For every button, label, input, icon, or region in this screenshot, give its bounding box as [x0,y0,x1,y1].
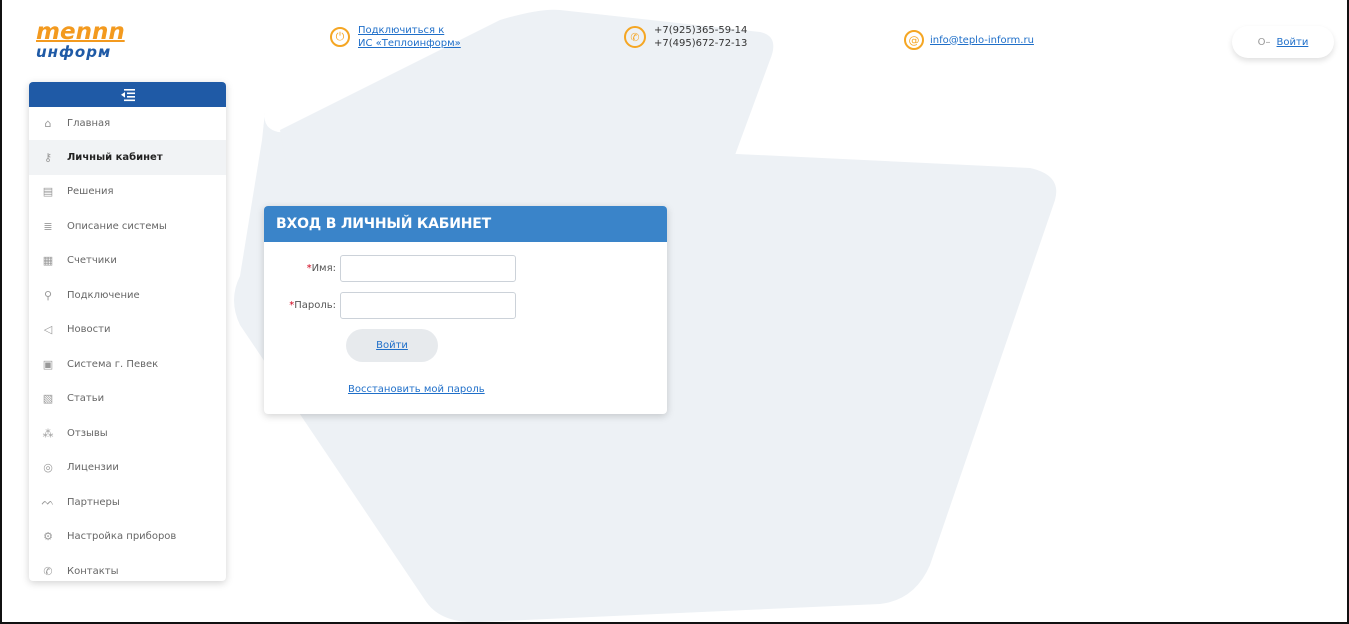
sidebar-menu: ⌂ Главная ⚷ Личный кабинет ▤ Решения ≣ Описание… [29,82,226,581]
license-icon: ◎ [43,461,53,475]
password-label-text: Пароль: [294,300,336,311]
name-input[interactable] [340,255,516,282]
password-label: *Пароль: [264,300,340,311]
sidebar-item[interactable]: ◁ Новости [29,313,226,348]
settings-icon: ⚙ [43,530,53,544]
sidebar-item[interactable]: ⁂ Отзывы [29,416,226,451]
logo-bottom-text: uнфoрм [36,43,112,61]
connect-link-line2: ИС «Теплоинформ» [358,38,461,49]
document-icon: ≣ [43,219,53,233]
articles-icon: ▧ [42,392,54,406]
sidebar-item-label: Система г. Певек [67,358,159,370]
sidebar-item[interactable]: ᨓ Партнеры [29,485,226,520]
meter-icon: ▦ [42,254,54,268]
recover-password-link[interactable]: Восстановить мой пароль [348,384,485,395]
site-logo[interactable]: mennn uнфoрм [36,19,125,66]
header-login-button[interactable]: O– Войти [1232,26,1334,58]
sidebar-collapse-toggle[interactable] [29,82,226,107]
sidebar-items: ⌂ Главная ⚷ Личный кабинет ▤ Решения ≣ Описание… [29,107,226,581]
name-label: *Имя: [264,263,340,274]
login-submit-button[interactable]: Войти [346,329,438,362]
name-label-text: Имя: [311,263,336,274]
home-icon: ⌂ [44,117,52,130]
calculator-icon: ▤ [42,185,54,199]
header-connect[interactable]: ⏻ Подключиться к ИС «Теплоинформ» [330,24,461,50]
sidebar-item[interactable]: ⚲ Подключение [29,278,226,313]
sidebar-item[interactable]: ✆ Контакты [29,554,226,581]
sidebar-item[interactable]: ≣ Описание системы [29,209,226,244]
sidebar-item-label: Лицензии [67,462,119,474]
sidebar-item-label: Настройка приборов [67,531,177,543]
user-key-icon: ⚷ [43,150,53,164]
email-icon: @ [904,30,924,50]
sidebar-item[interactable]: ▦ Счетчики [29,244,226,279]
connect-icon: ⏻ [330,27,350,47]
email-link[interactable]: info@teplo-inform.ru [930,34,1034,47]
partners-icon: ᨓ [41,495,55,509]
sidebar-item[interactable]: ⌂ Главная [29,107,226,140]
sidebar-item[interactable]: ▤ Решения [29,175,226,210]
name-row: *Имя: [264,255,516,282]
login-card-title: ВХОД В ЛИЧНЫЙ КАБИНЕТ [264,206,667,242]
system-icon: ▣ [42,357,54,371]
sidebar-item-label: Новости [67,324,111,336]
sidebar-item-label: Личный кабинет [67,151,163,163]
connect-link[interactable]: Подключиться к ИС «Теплоинформ» [358,24,461,50]
sidebar-item-label: Партнеры [67,496,120,508]
password-row: *Пароль: [264,292,516,319]
key-icon: O– [1257,36,1271,48]
sidebar-item-label: Подключение [67,289,140,301]
sidebar-item-label: Отзывы [67,427,108,439]
sidebar-item-label: Статьи [67,393,105,405]
reviews-icon: ⁂ [42,426,54,440]
megaphone-icon: ◁ [43,323,53,337]
login-card: ВХОД В ЛИЧНЫЙ КАБИНЕТ *Имя: *Пароль: Вой… [264,206,667,414]
header-email[interactable]: @ info@teplo-inform.ru [904,30,1034,50]
sidebar-item-label: Решения [67,186,114,198]
sidebar-item[interactable]: ◎ Лицензии [29,451,226,486]
header-phones: ✆ +7(925)365-59-14 +7(495)672-72-13 [624,24,747,50]
sidebar-item-label: Счетчики [67,255,117,267]
sidebar-item[interactable]: ▧ Статьи [29,382,226,417]
phone-icon: ✆ [624,26,646,48]
sidebar-item-label: Главная [67,118,111,129]
menu-collapse-icon [120,88,135,101]
plug-icon: ⚲ [43,288,53,302]
password-input[interactable] [340,292,516,319]
sidebar-item[interactable]: ⚙ Настройка приборов [29,520,226,555]
connect-link-line1: Подключиться к [358,25,445,36]
sidebar-item-label: Описание системы [67,220,167,232]
sidebar-item-label: Контакты [67,565,119,577]
sidebar-item[interactable]: ▣ Система г. Певек [29,347,226,382]
phone-1[interactable]: +7(925)365-59-14 [654,24,747,37]
logo-top-text: mennn [36,19,125,45]
phone-2[interactable]: +7(495)672-72-13 [654,37,747,50]
sidebar-item[interactable]: ⚷ Личный кабинет [29,140,226,175]
header-login-label: Войти [1276,36,1309,48]
phone-icon: ✆ [43,564,53,578]
